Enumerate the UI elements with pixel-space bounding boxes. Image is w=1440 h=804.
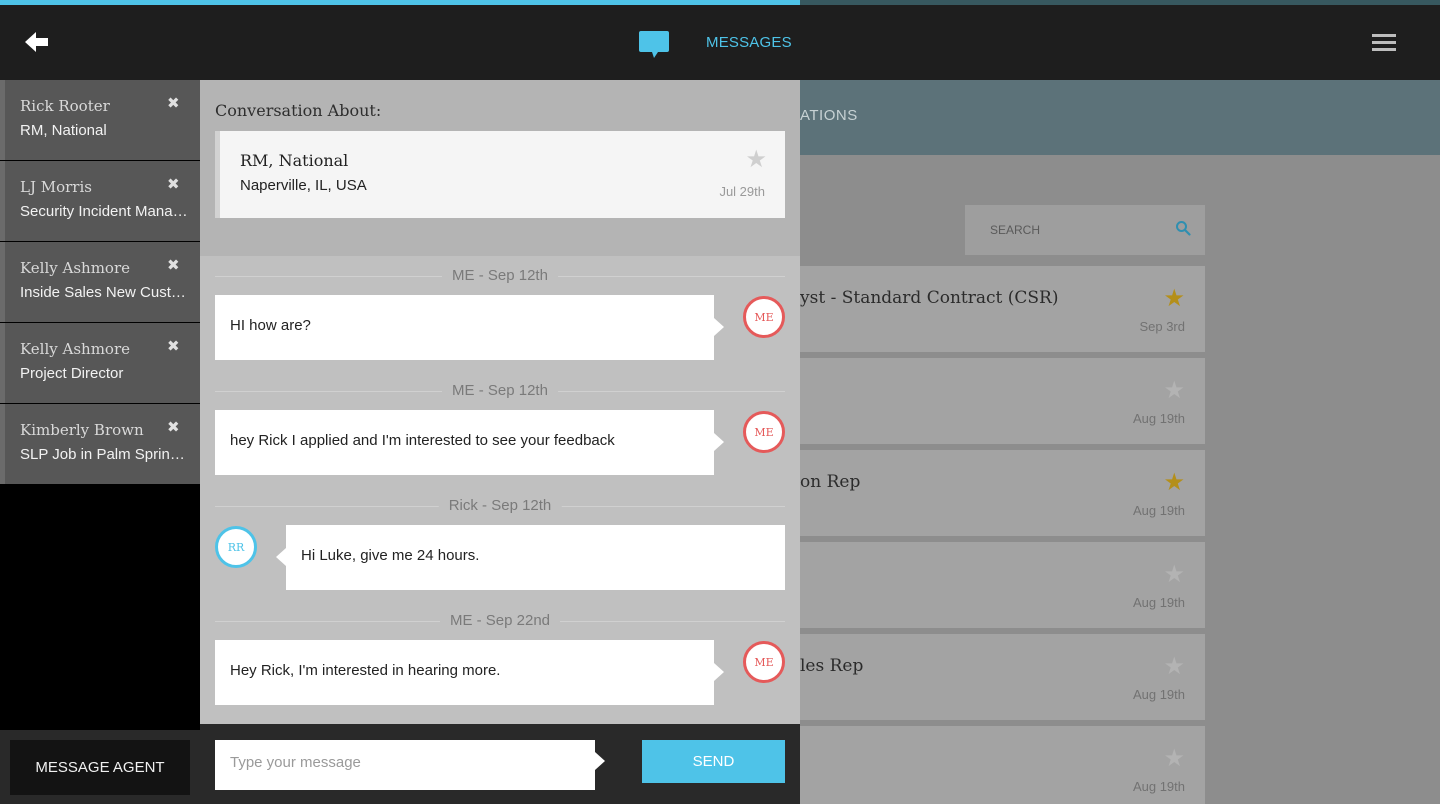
message-meta: ME - Sep 22nd xyxy=(439,612,561,629)
contact-item[interactable]: Kelly Ashmore Inside Sales New Customer … xyxy=(0,242,200,322)
contact-subtitle: Security Incident Management Specialist xyxy=(20,203,190,220)
contacts-sidebar: Rick Rooter RM, National ✖ LJ Morris Sec… xyxy=(0,80,200,730)
background-job-date: Sep 3rd xyxy=(1139,319,1185,334)
message-separator: ME - Sep 12th xyxy=(215,267,785,285)
close-icon[interactable]: ✖ xyxy=(167,175,180,193)
contact-item[interactable]: Kelly Ashmore Project Director ✖ xyxy=(0,323,200,403)
message-separator: ME - Sep 12th xyxy=(215,382,785,400)
message-agent-button[interactable]: MESSAGE AGENT xyxy=(10,740,190,795)
avatar: RR xyxy=(215,526,257,568)
message-text: hey Rick I applied and I'm interested to… xyxy=(230,432,615,449)
background-job-date: Aug 19th xyxy=(1132,411,1185,426)
star-icon[interactable]: ★ xyxy=(1163,562,1185,586)
background-search-field[interactable]: SEARCH xyxy=(965,205,1205,255)
message-text: Hey Rick, I'm interested in hearing more… xyxy=(230,662,501,679)
message-input[interactable] xyxy=(215,740,595,790)
background-tab-band xyxy=(800,80,1440,155)
arrow-left-icon[interactable] xyxy=(24,30,50,54)
background-job-card[interactable]: on Rep ★ Aug 19th xyxy=(800,450,1205,536)
chat-bubble-icon[interactable] xyxy=(638,31,670,59)
background-job-card[interactable]: ★ Aug 19th xyxy=(800,358,1205,444)
messages-header: MESSAGES xyxy=(0,0,800,80)
contact-name: Kelly Ashmore xyxy=(20,340,131,358)
background-job-card[interactable]: yst - Standard Contract (CSR) ★ Sep 3rd xyxy=(800,266,1205,352)
contact-subtitle: RM, National xyxy=(20,122,107,139)
job-location: Naperville, IL, USA xyxy=(240,177,367,194)
star-icon[interactable]: ★ xyxy=(1163,654,1185,678)
job-title: RM, National xyxy=(240,151,349,170)
background-job-date: Aug 19th xyxy=(1132,503,1185,518)
message-bubble: HI how are? xyxy=(215,295,724,360)
contact-subtitle: SLP Job in Palm Springs, CA xyxy=(20,446,190,463)
star-icon[interactable]: ★ xyxy=(1163,378,1185,402)
background-search-placeholder: SEARCH xyxy=(990,223,1041,237)
star-icon[interactable]: ★ xyxy=(1163,286,1185,310)
close-icon[interactable]: ✖ xyxy=(167,337,180,355)
contact-subtitle: Inside Sales New Customer Acquisition xyxy=(20,284,190,301)
message-separator: Rick - Sep 12th xyxy=(215,497,785,515)
conversation-about-label: Conversation About: xyxy=(215,101,382,120)
avatar: ME xyxy=(743,641,785,683)
background-job-date: Aug 19th xyxy=(1132,595,1185,610)
conversation-header: Conversation About: RM, National Napervi… xyxy=(200,80,800,256)
message-meta: ME - Sep 12th xyxy=(442,382,558,399)
message-composer: SEND xyxy=(200,724,800,804)
contact-name: Kimberly Brown xyxy=(20,421,144,439)
message-meta: ME - Sep 12th xyxy=(442,267,558,284)
job-card[interactable]: RM, National Naperville, IL, USA ★ Jul 2… xyxy=(215,131,785,218)
background-job-card[interactable]: ★ Aug 19th xyxy=(800,542,1205,628)
hamburger-menu-icon[interactable] xyxy=(1372,34,1396,52)
star-icon[interactable]: ★ xyxy=(745,147,767,171)
background-job-title: yst - Standard Contract (CSR) xyxy=(800,288,1059,308)
message-text: Hi Luke, give me 24 hours. xyxy=(301,547,480,564)
contact-name: Kelly Ashmore xyxy=(20,259,131,277)
header-accent-bar xyxy=(0,0,800,5)
background-job-date: Aug 19th xyxy=(1132,779,1185,794)
avatar: ME xyxy=(743,296,785,338)
sidebar-footer: MESSAGE AGENT xyxy=(0,730,200,804)
contact-item[interactable]: Rick Rooter RM, National ✖ xyxy=(0,80,200,160)
avatar: ME xyxy=(743,411,785,453)
background-job-title: les Rep xyxy=(800,656,864,676)
close-icon[interactable]: ✖ xyxy=(167,256,180,274)
background-job-card[interactable]: ★ Aug 19th xyxy=(800,726,1205,804)
input-pointer xyxy=(595,752,605,770)
message-bubble: Hi Luke, give me 24 hours. xyxy=(276,525,785,590)
message-separator: ME - Sep 22nd xyxy=(215,612,785,630)
page-title[interactable]: MESSAGES xyxy=(706,34,792,51)
contact-name: LJ Morris xyxy=(20,178,92,196)
contact-item[interactable]: Kimberly Brown SLP Job in Palm Springs, … xyxy=(0,404,200,484)
background-tab-label: ATIONS xyxy=(800,107,858,124)
background-job-date: Aug 19th xyxy=(1132,687,1185,702)
message-text: HI how are? xyxy=(230,317,311,334)
send-button[interactable]: SEND xyxy=(642,740,785,783)
job-date: Jul 29th xyxy=(719,184,765,199)
star-icon[interactable]: ★ xyxy=(1163,746,1185,770)
message-bubble: hey Rick I applied and I'm interested to… xyxy=(215,410,724,475)
close-icon[interactable]: ✖ xyxy=(167,94,180,112)
background-job-card[interactable]: les Rep ★ Aug 19th xyxy=(800,634,1205,720)
conversation-pane[interactable]: Conversation About: RM, National Napervi… xyxy=(200,80,800,724)
search-icon xyxy=(1176,221,1191,236)
background-job-title: on Rep xyxy=(800,472,861,492)
contact-item[interactable]: LJ Morris Security Incident Management S… xyxy=(0,161,200,241)
close-icon[interactable]: ✖ xyxy=(167,418,180,436)
message-meta: Rick - Sep 12th xyxy=(438,497,562,514)
star-icon[interactable]: ★ xyxy=(1163,470,1185,494)
message-bubble: Hey Rick, I'm interested in hearing more… xyxy=(215,640,724,705)
contact-subtitle: Project Director xyxy=(20,365,124,382)
contact-name: Rick Rooter xyxy=(20,97,110,115)
